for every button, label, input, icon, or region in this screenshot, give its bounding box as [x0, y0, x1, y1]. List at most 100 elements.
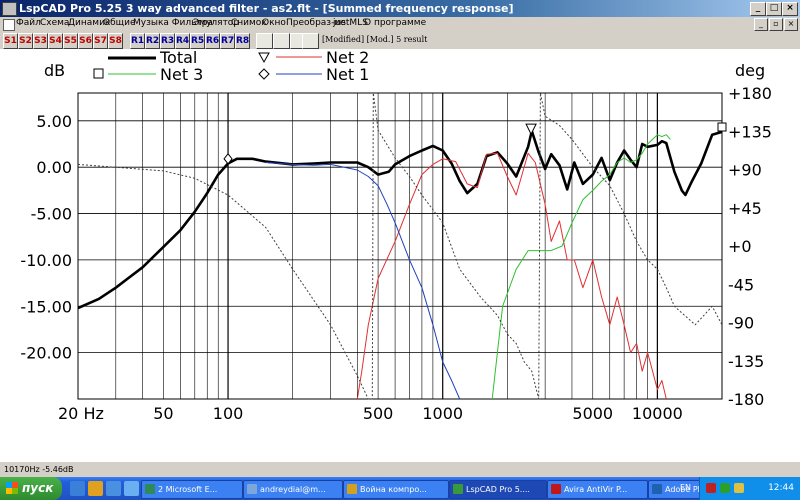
tray-volume-icon[interactable]: [734, 483, 744, 493]
menu-bar: Файл Схема Динамик Общие Музыка Фильтра …: [0, 17, 800, 32]
menu-window[interactable]: Окно: [262, 18, 286, 28]
chart-markers: [223, 122, 727, 165]
taskbar-task-3[interactable]: LspCAD Pro 5....: [449, 480, 547, 499]
maximize-button[interactable]: □: [766, 2, 782, 16]
series-total-line: [77, 129, 723, 310]
mdi-close-button[interactable]: ×: [784, 18, 798, 31]
x-tick-label: 500: [363, 404, 394, 423]
taskbar-task-0[interactable]: 2 Microsoft E...: [141, 480, 243, 499]
close-button[interactable]: ×: [782, 2, 798, 16]
frequency-response-chart[interactable]: 5.00 0.00 -5.00 -10.00 -15.00 -20.00 +180 +135 +…: [0, 49, 800, 461]
x-tick-label: 100: [213, 404, 244, 423]
series-net-3-line: [491, 134, 671, 400]
r4-button[interactable]: R4: [175, 33, 190, 49]
y-left-tick-label: -15.00: [20, 297, 72, 316]
series-net-2-line: [356, 152, 667, 400]
legend-square-icon: [93, 68, 104, 79]
r6-button[interactable]: R6: [205, 33, 220, 49]
y-left-tick-label: -5.00: [31, 205, 72, 224]
task-app-icon: [453, 483, 463, 494]
task-app-icon: [145, 483, 155, 494]
start-button[interactable]: пуск: [0, 477, 62, 500]
menu-justmls[interactable]: justMLS: [333, 18, 368, 28]
legend-net3-label: Net 3: [160, 65, 203, 84]
taskbar-task-2[interactable]: Война компро...: [343, 480, 449, 499]
quicklaunch-folder-icon[interactable]: [88, 481, 103, 496]
s3-button[interactable]: S3: [33, 33, 48, 49]
toolbar: S1 S2 S3 S4 S5 S6 S7 S8 R1 R2 R3 R4 R5 R…: [0, 32, 800, 50]
windows-logo-icon: [6, 482, 18, 494]
task-label: Avira AntiVir P...: [564, 485, 628, 494]
series-phase-line: [77, 92, 723, 400]
s4-button[interactable]: S4: [48, 33, 63, 49]
y-right-tick-label: -45: [728, 275, 754, 294]
minimize-button[interactable]: _: [750, 2, 766, 16]
tray-antivirus-icon[interactable]: [706, 483, 716, 493]
s6-button[interactable]: S6: [78, 33, 93, 49]
mdi-minimize-button[interactable]: _: [754, 18, 768, 31]
y-left-tick-label: -10.00: [20, 251, 72, 270]
chart-series: [77, 92, 723, 400]
chart-axis-labels: 5.00 0.00 -5.00 -10.00 -15.00 -20.00 +180 +135 +…: [20, 84, 772, 423]
quicklaunch-app-icon[interactable]: [124, 481, 139, 496]
quicklaunch-desktop-icon[interactable]: [106, 481, 121, 496]
y-left-tick-label: 5.00: [36, 112, 72, 131]
quicklaunch-ie-icon[interactable]: [70, 481, 85, 496]
s7-button[interactable]: S7: [93, 33, 108, 49]
y-right-tick-label: +90: [728, 161, 762, 180]
y-right-tick-label: -180: [728, 390, 764, 409]
s1-button[interactable]: S1: [3, 33, 18, 49]
marker-square-icon: [717, 122, 727, 132]
window-title: LspCAD Pro 5.25 3 way advanced filter - …: [19, 2, 514, 15]
start-label: пуск: [22, 481, 54, 495]
document-icon[interactable]: [3, 19, 15, 31]
plot-frame: [77, 92, 723, 400]
s5-button[interactable]: S5: [63, 33, 78, 49]
app-icon: [2, 2, 17, 16]
tray-network-icon[interactable]: [720, 483, 730, 493]
menu-about[interactable]: О программе: [364, 18, 426, 28]
y-left-tick-label: 0.00: [36, 158, 72, 177]
cursor-readout: 10170Hz -5.46dB: [4, 465, 74, 474]
task-app-icon: [247, 483, 257, 494]
speaker-tool-2-icon[interactable]: [273, 33, 290, 49]
status-bar: 10170Hz -5.46dB: [0, 461, 800, 478]
mdi-controls: _ ▫ ×: [753, 18, 798, 31]
left-unit-label: dB: [44, 61, 65, 80]
modified-indicator: [Modified] [Mod.] 5 result: [322, 35, 428, 44]
chart-grid: [77, 92, 723, 400]
s8-button[interactable]: S8: [108, 33, 123, 49]
y-right-tick-label: -90: [728, 314, 754, 333]
legend-net1-label: Net 1: [326, 65, 369, 84]
r5-button[interactable]: R5: [190, 33, 205, 49]
taskbar: пуск 2 Microsoft E... andreydial@m... Войн…: [0, 477, 800, 500]
menu-general[interactable]: Общие: [103, 18, 136, 28]
clock: 12:44: [768, 483, 794, 493]
r7-button[interactable]: R7: [220, 33, 235, 49]
task-label: Война компро...: [360, 485, 427, 494]
menu-scheme[interactable]: Схема: [40, 18, 69, 28]
speaker-tool-1-icon[interactable]: [256, 33, 273, 49]
r1-button[interactable]: R1: [130, 33, 145, 49]
y-right-tick-label: +135: [728, 122, 772, 141]
language-indicator[interactable]: EN: [680, 483, 691, 492]
task-app-icon: [652, 483, 662, 494]
legend-triangle-icon: [258, 52, 270, 64]
s2-button[interactable]: S2: [18, 33, 33, 49]
r3-button[interactable]: R3: [160, 33, 175, 49]
task-label: 2 Microsoft E...: [158, 485, 218, 494]
r8-button[interactable]: R8: [235, 33, 250, 49]
mdi-restore-button[interactable]: ▫: [769, 18, 783, 31]
y-left-tick-label: -20.00: [20, 344, 72, 363]
task-label: LspCAD Pro 5....: [466, 485, 530, 494]
speaker-tool-4-icon[interactable]: [302, 33, 319, 49]
r2-button[interactable]: R2: [145, 33, 160, 49]
task-app-icon: [347, 483, 357, 494]
taskbar-task-1[interactable]: andreydial@m...: [243, 480, 343, 499]
menu-file[interactable]: Файл: [16, 18, 41, 28]
y-right-tick-label: +0: [728, 237, 752, 256]
system-tray: EN 12:44: [680, 477, 800, 500]
taskbar-task-4[interactable]: Avira AntiVir P...: [547, 480, 648, 499]
title-bar: LspCAD Pro 5.25 3 way advanced filter - …: [0, 0, 800, 17]
legend-diamond-icon: [258, 68, 270, 80]
